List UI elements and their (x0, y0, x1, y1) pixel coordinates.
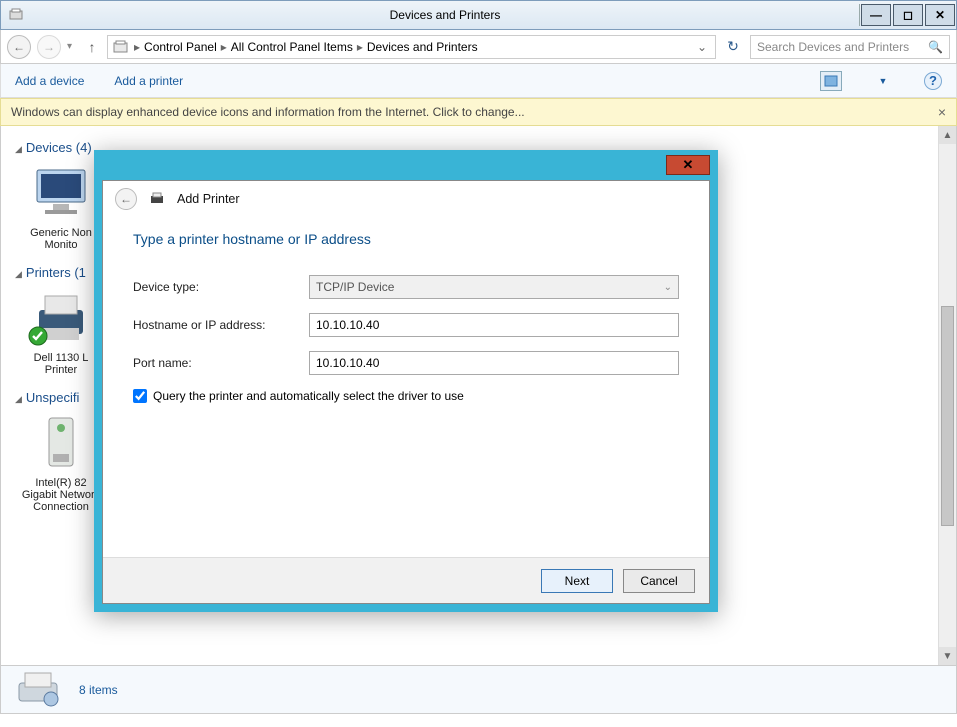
status-printer-icon (11, 670, 65, 710)
window-titlebar: Devices and Printers — ◻ ✕ (0, 0, 957, 30)
forward-button[interactable]: → (37, 35, 61, 59)
info-text: Windows can display enhanced device icon… (11, 105, 525, 119)
app-icon (1, 7, 31, 23)
address-breadcrumb[interactable]: ▸ Control Panel ▸ All Control Panel Item… (107, 35, 716, 59)
add-device-link[interactable]: Add a device (15, 74, 84, 88)
breadcrumb-sep: ▸ (357, 40, 363, 54)
info-close-icon[interactable]: × (938, 104, 946, 120)
back-button[interactable]: ← (7, 35, 31, 59)
scroll-down-icon[interactable]: ▼ (939, 647, 956, 665)
device-type-label: Device type: (133, 280, 309, 294)
port-name-label: Port name: (133, 356, 309, 370)
cancel-button[interactable]: Cancel (623, 569, 695, 593)
add-printer-link[interactable]: Add a printer (114, 74, 183, 88)
window-title: Devices and Printers (31, 8, 859, 22)
chevron-down-icon: ⌄ (664, 282, 672, 293)
address-dropdown-icon[interactable]: ⌄ (693, 40, 711, 54)
refresh-button[interactable]: ↻ (722, 38, 744, 55)
port-name-input[interactable] (309, 351, 679, 375)
breadcrumb-sep: ▸ (221, 40, 227, 54)
window-controls: — ◻ ✕ (859, 4, 956, 26)
status-count: 8 items (79, 683, 118, 697)
view-options-button[interactable] (820, 71, 842, 91)
minimize-button[interactable]: — (861, 4, 891, 26)
close-button[interactable]: ✕ (925, 4, 955, 26)
add-printer-dialog: ✕ ← Add Printer Type a printer hostname … (94, 150, 718, 612)
printer-icon (149, 192, 165, 206)
scroll-thumb[interactable] (941, 306, 954, 526)
query-printer-label: Query the printer and automatically sele… (153, 389, 464, 403)
help-button[interactable]: ? (924, 72, 942, 90)
dialog-back-button[interactable]: ← (115, 188, 137, 210)
search-icon[interactable]: 🔍 (928, 40, 943, 54)
info-bar[interactable]: Windows can display enhanced device icon… (0, 98, 957, 126)
device-type-select: TCP/IP Device ⌄ (309, 275, 679, 299)
next-button[interactable]: Next (541, 569, 613, 593)
hostname-label: Hostname or IP address: (133, 318, 309, 332)
breadcrumb-item[interactable]: Devices and Printers (367, 40, 478, 54)
monitor-icon (26, 163, 96, 223)
dialog-titlebar[interactable]: ✕ (102, 150, 710, 180)
query-printer-checkbox[interactable] (133, 389, 147, 403)
navigation-bar: ← → ▾ ↑ ▸ Control Panel ▸ All Control Pa… (0, 30, 957, 64)
location-icon (112, 40, 130, 54)
scroll-up-icon[interactable]: ▲ (939, 126, 956, 144)
status-bar: 8 items (0, 666, 957, 714)
dialog-content: Type a printer hostname or IP address De… (103, 217, 709, 557)
search-placeholder: Search Devices and Printers (757, 40, 909, 54)
history-dropdown[interactable]: ▾ (67, 41, 77, 52)
breadcrumb-sep: ▸ (134, 40, 140, 54)
search-input[interactable]: Search Devices and Printers 🔍 (750, 35, 950, 59)
vertical-scrollbar[interactable]: ▲ ▼ (938, 126, 956, 665)
tower-icon (26, 413, 96, 473)
view-dropdown-icon[interactable]: ▼ (872, 71, 894, 91)
dialog-header: ← Add Printer (103, 181, 709, 217)
dialog-button-row: Next Cancel (103, 557, 709, 603)
dialog-heading: Type a printer hostname or IP address (133, 231, 679, 247)
maximize-button[interactable]: ◻ (893, 4, 923, 26)
printer-icon (26, 288, 96, 348)
breadcrumb-item[interactable]: Control Panel (144, 40, 217, 54)
hostname-input[interactable] (309, 313, 679, 337)
command-bar: Add a device Add a printer ▼ ? (0, 64, 957, 98)
up-button[interactable]: ↑ (83, 39, 101, 55)
dialog-title: Add Printer (177, 192, 240, 206)
breadcrumb-item[interactable]: All Control Panel Items (231, 40, 353, 54)
dialog-close-button[interactable]: ✕ (666, 155, 710, 175)
